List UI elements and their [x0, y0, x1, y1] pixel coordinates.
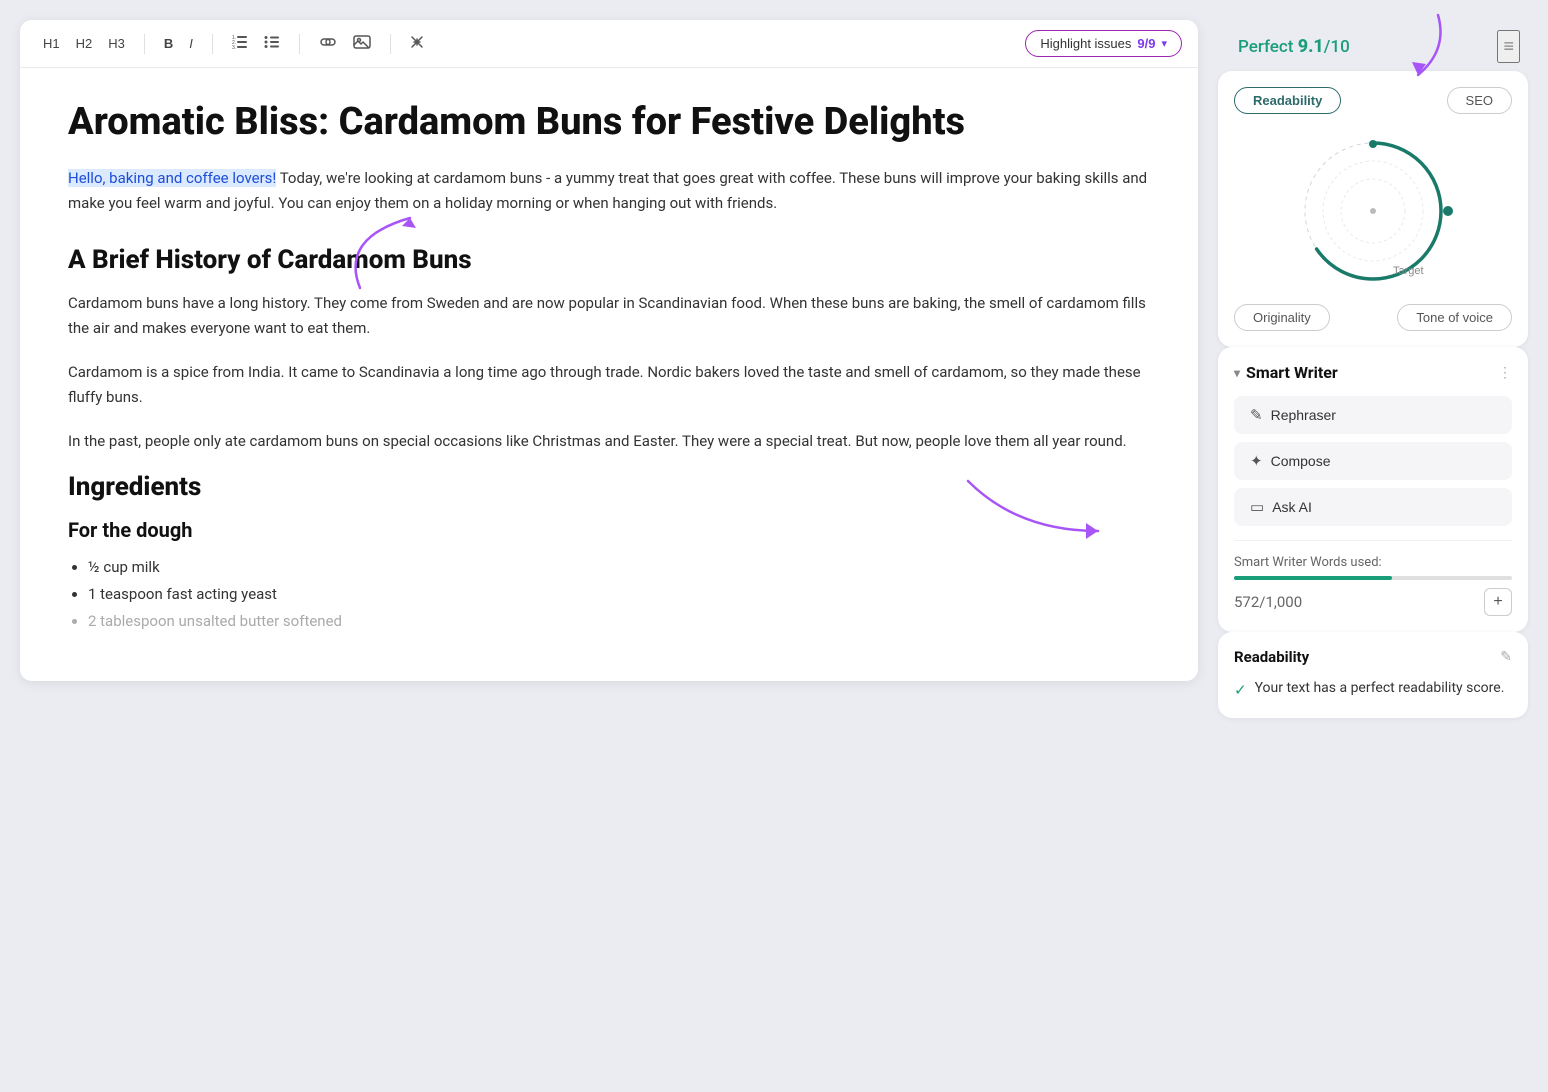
rephraser-button[interactable]: ✎ Rephraser: [1234, 396, 1512, 434]
h3-button[interactable]: H3: [101, 32, 132, 55]
link-button[interactable]: [312, 32, 344, 55]
bold-button[interactable]: B: [157, 32, 180, 55]
ingredients-heading[interactable]: Ingredients: [68, 472, 1150, 502]
para-1[interactable]: Cardamom buns have a long history. They …: [68, 291, 1150, 342]
menu-button[interactable]: ≡: [1497, 30, 1520, 63]
score-value: 9.1: [1298, 36, 1324, 57]
smart-writer-header: ▾ Smart Writer ⋮: [1234, 363, 1512, 382]
readability-check-text: Your text has a perfect readability scor…: [1255, 678, 1505, 699]
ingredients-list: ½ cup milk 1 teaspoon fast acting yeast …: [88, 554, 1150, 635]
words-count: 572/1,000: [1234, 593, 1302, 611]
ordered-list-button[interactable]: 1. 2. 3.: [225, 31, 255, 56]
right-panel: Perfect 9.1/10 ≡ Readability SEO: [1218, 0, 1548, 1092]
score-circle-container: Target: [1234, 126, 1512, 296]
main-layout: H1 H2 H3 B I 1.: [0, 0, 1548, 1092]
para-2[interactable]: Cardamom is a spice from India. It came …: [68, 360, 1150, 411]
readability-check: ✓ Your text has a perfect readability sc…: [1234, 678, 1512, 702]
insert-buttons: [312, 30, 378, 57]
image-button[interactable]: [346, 30, 378, 57]
ask-ai-button[interactable]: ▭ Ask AI: [1234, 488, 1512, 526]
list-buttons: 1. 2. 3.: [225, 31, 287, 56]
readability-card: Readability ✎ ✓ Your text has a perfect …: [1218, 632, 1528, 718]
dough-subheading[interactable]: For the dough: [68, 518, 1150, 542]
highlight-count: 9/9: [1137, 36, 1155, 51]
score-header-area: Perfect 9.1/10 ≡: [1218, 20, 1528, 63]
tab-readability[interactable]: Readability: [1234, 87, 1341, 114]
score-label: Perfect 9.1/10: [1238, 37, 1350, 57]
clear-format-button[interactable]: [403, 31, 431, 56]
para-3[interactable]: In the past, people only ate cardamom bu…: [68, 429, 1150, 455]
smart-writer-card: ▾ Smart Writer ⋮ ✎ Rephraser ✦ Compose ▭…: [1218, 347, 1528, 632]
score-display: Perfect 9.1/10: [1238, 36, 1350, 57]
list-item: 2 tablespoon unsalted butter softened: [88, 608, 1150, 635]
words-label: Smart Writer Words used:: [1234, 555, 1512, 570]
editor-container: H1 H2 H3 B I 1.: [20, 20, 1198, 681]
svg-text:Target: Target: [1393, 265, 1424, 277]
ask-ai-icon: ▭: [1250, 498, 1264, 516]
format-buttons: B I: [157, 32, 200, 55]
h2-button[interactable]: H2: [69, 32, 100, 55]
smart-writer-title: ▾ Smart Writer: [1234, 363, 1338, 382]
score-bottom-tabs: Originality Tone of voice: [1234, 304, 1512, 331]
svg-text:3.: 3.: [232, 45, 236, 49]
tab-tone-of-voice[interactable]: Tone of voice: [1397, 304, 1512, 331]
chevron-down-icon: ▾: [1161, 37, 1167, 50]
add-words-button[interactable]: +: [1484, 588, 1512, 616]
intro-paragraph[interactable]: Hello, baking and coffee lovers! Today, …: [68, 166, 1150, 217]
history-heading[interactable]: A Brief History of Cardamom Buns: [68, 245, 1150, 275]
readability-title: Readability: [1234, 648, 1309, 666]
words-bar-background: [1234, 576, 1512, 580]
editor-section: H1 H2 H3 B I 1.: [0, 0, 1218, 1092]
divider-2: [212, 34, 213, 54]
score-circle-chart: Target: [1288, 126, 1458, 296]
divider-1: [144, 34, 145, 54]
h1-button[interactable]: H1: [36, 32, 67, 55]
collapse-icon[interactable]: ▾: [1234, 366, 1240, 380]
highlight-issues-button[interactable]: Highlight issues 9/9 ▾: [1025, 30, 1182, 57]
highlighted-phrase: Hello, baking and coffee lovers!: [68, 169, 276, 187]
words-count-row: 572/1,000 +: [1234, 588, 1512, 616]
article-title[interactable]: Aromatic Bliss: Cardamom Buns for Festiv…: [68, 100, 1150, 146]
rephraser-icon: ✎: [1250, 406, 1263, 424]
info-icon[interactable]: ⋮: [1498, 365, 1512, 381]
list-item: ½ cup milk: [88, 554, 1150, 581]
score-tabs: Readability SEO: [1234, 87, 1512, 114]
unordered-list-button[interactable]: [257, 31, 287, 56]
compose-button[interactable]: ✦ Compose: [1234, 442, 1512, 480]
words-bar-fill: [1234, 576, 1392, 580]
list-item: 1 teaspoon fast acting yeast: [88, 581, 1150, 608]
divider-4: [390, 34, 391, 54]
heading-buttons: H1 H2 H3: [36, 32, 132, 55]
editor-content[interactable]: Aromatic Bliss: Cardamom Buns for Festiv…: [20, 68, 1198, 681]
divider-3: [299, 34, 300, 54]
readability-header: Readability ✎: [1234, 648, 1512, 666]
tab-originality[interactable]: Originality: [1234, 304, 1330, 331]
italic-button[interactable]: I: [182, 32, 200, 55]
check-icon: ✓: [1234, 679, 1247, 702]
tab-seo[interactable]: SEO: [1447, 87, 1512, 114]
words-section: Smart Writer Words used: 572/1,000 +: [1234, 540, 1512, 616]
compose-icon: ✦: [1250, 452, 1263, 470]
highlight-label: Highlight issues: [1040, 36, 1131, 51]
edit-icon[interactable]: ✎: [1500, 649, 1512, 665]
score-card: Readability SEO: [1218, 71, 1528, 347]
toolbar: H1 H2 H3 B I 1.: [20, 20, 1198, 68]
